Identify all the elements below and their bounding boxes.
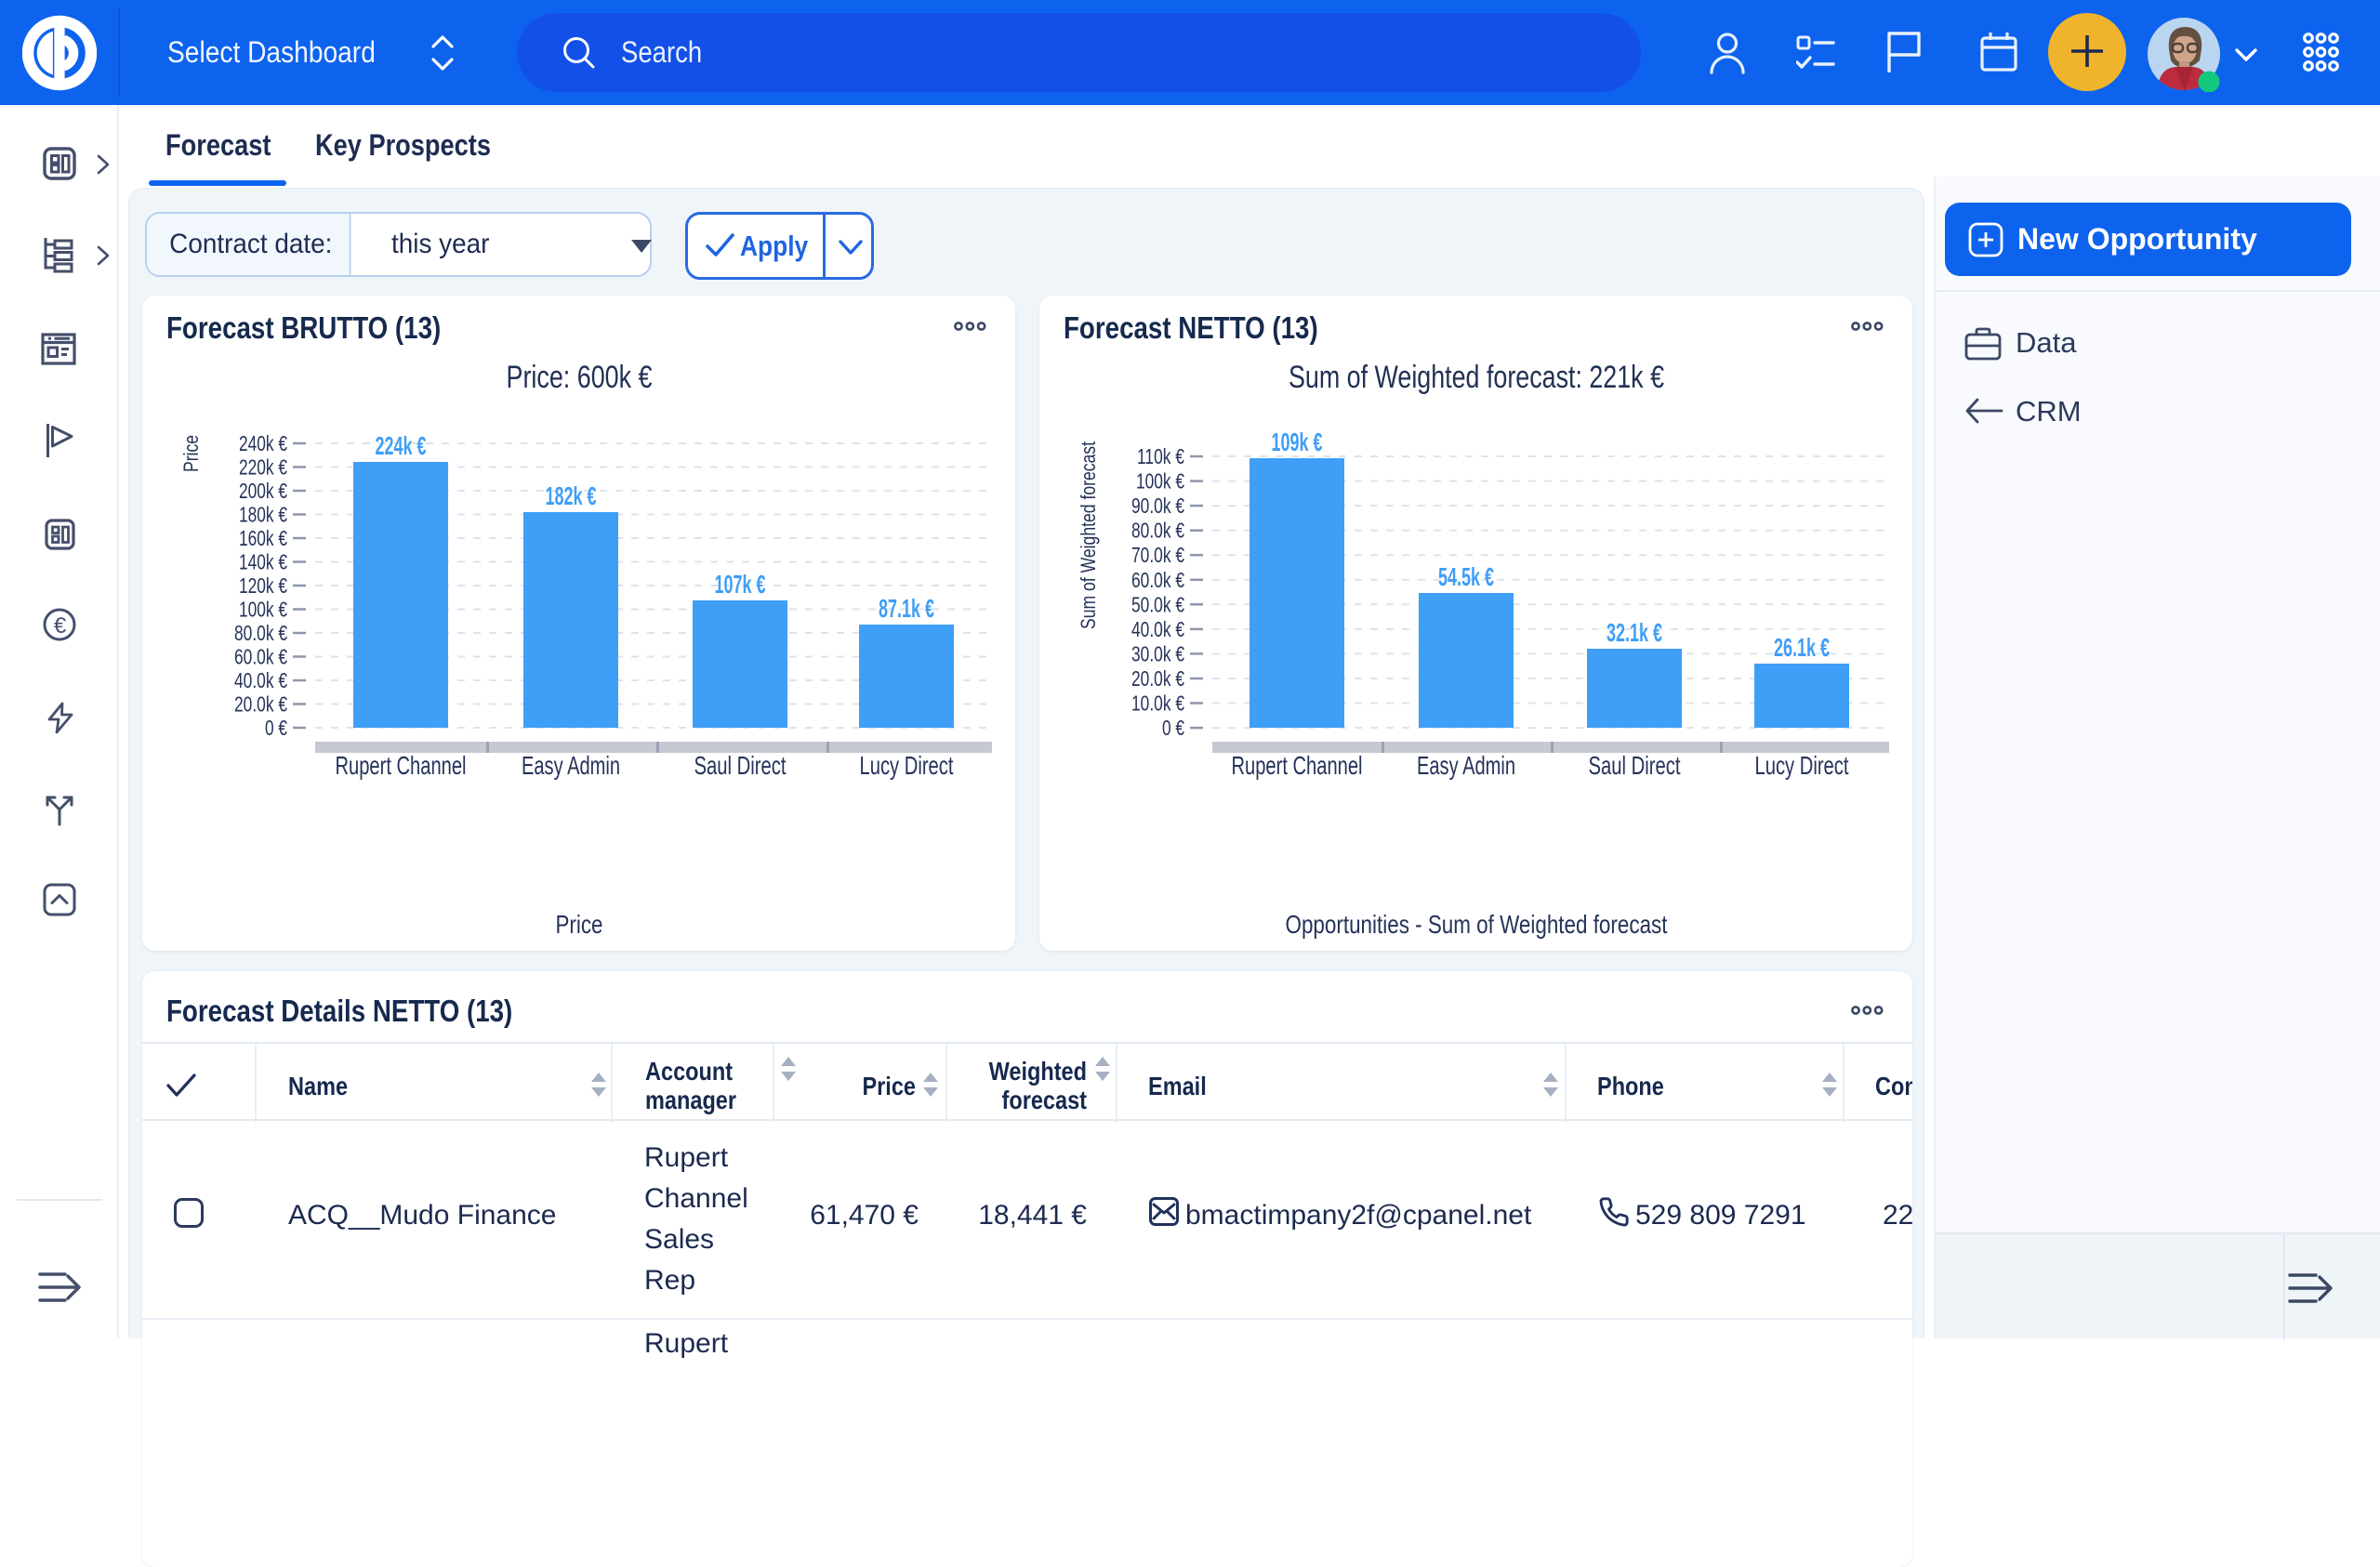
svg-text:Price: 600k €: Price: 600k € — [507, 360, 653, 395]
svg-text:Lucy Direct: Lucy Direct — [860, 751, 954, 780]
svg-text:30.0k €: 30.0k € — [1131, 641, 1184, 665]
svg-text:Lucy Direct: Lucy Direct — [1755, 751, 1849, 780]
svg-text:10.0k €: 10.0k € — [1131, 691, 1184, 716]
svg-text:200k €: 200k € — [239, 479, 287, 503]
svg-text:Saul Direct: Saul Direct — [1589, 751, 1681, 780]
svg-text:0 €: 0 € — [265, 716, 287, 740]
svg-text:109k €: 109k € — [1272, 428, 1323, 456]
svg-text:Sum of Weighted forecast: 221k: Sum of Weighted forecast: 221k € — [1289, 360, 1664, 395]
svg-text:160k €: 160k € — [239, 526, 287, 550]
svg-text:Saul Direct: Saul Direct — [694, 751, 787, 780]
svg-text:20.0k €: 20.0k € — [234, 692, 287, 717]
svg-text:26.1k €: 26.1k € — [1774, 633, 1830, 662]
svg-text:220k €: 220k € — [239, 455, 287, 480]
svg-text:Rupert Channel: Rupert Channel — [1232, 751, 1363, 780]
svg-text:50.0k €: 50.0k € — [1131, 592, 1184, 616]
svg-text:0 €: 0 € — [1162, 716, 1184, 740]
svg-text:Easy Admin: Easy Admin — [1417, 751, 1515, 780]
svg-text:20.0k €: 20.0k € — [1131, 666, 1184, 691]
svg-text:Sum of Weighted forecast: Sum of Weighted forecast — [1077, 441, 1100, 629]
svg-text:€: € — [54, 613, 67, 639]
svg-text:90.0k €: 90.0k € — [1131, 494, 1184, 518]
svg-text:120k €: 120k € — [239, 573, 287, 598]
svg-text:100k €: 100k € — [1136, 469, 1184, 494]
svg-text:80.0k €: 80.0k € — [234, 621, 287, 645]
svg-text:60.0k €: 60.0k € — [234, 645, 287, 669]
svg-text:180k €: 180k € — [239, 503, 287, 527]
svg-text:Opportunities - Sum of Weighte: Opportunities - Sum of Weighted forecast — [1286, 910, 1668, 939]
svg-text:224k €: 224k € — [376, 431, 427, 460]
svg-text:107k €: 107k € — [715, 570, 766, 599]
svg-text:Rupert Channel: Rupert Channel — [336, 751, 467, 780]
svg-text:Easy Admin: Easy Admin — [522, 751, 620, 780]
svg-text:80.0k €: 80.0k € — [1131, 519, 1184, 543]
svg-text:60.0k €: 60.0k € — [1131, 568, 1184, 592]
svg-text:87.1k €: 87.1k € — [879, 594, 934, 623]
svg-text:40.0k €: 40.0k € — [1131, 617, 1184, 641]
svg-text:Price: Price — [179, 435, 203, 472]
svg-text:110k €: 110k € — [1137, 444, 1184, 468]
svg-text:32.1k €: 32.1k € — [1606, 618, 1662, 647]
svg-text:70.0k €: 70.0k € — [1131, 543, 1184, 567]
svg-text:240k €: 240k € — [239, 431, 287, 455]
svg-text:100k €: 100k € — [239, 598, 287, 622]
svg-text:54.5k €: 54.5k € — [1438, 562, 1494, 591]
svg-text:40.0k €: 40.0k € — [234, 668, 287, 692]
svg-text:140k €: 140k € — [239, 550, 287, 574]
svg-text:Price: Price — [556, 910, 603, 939]
svg-text:182k €: 182k € — [546, 481, 597, 510]
